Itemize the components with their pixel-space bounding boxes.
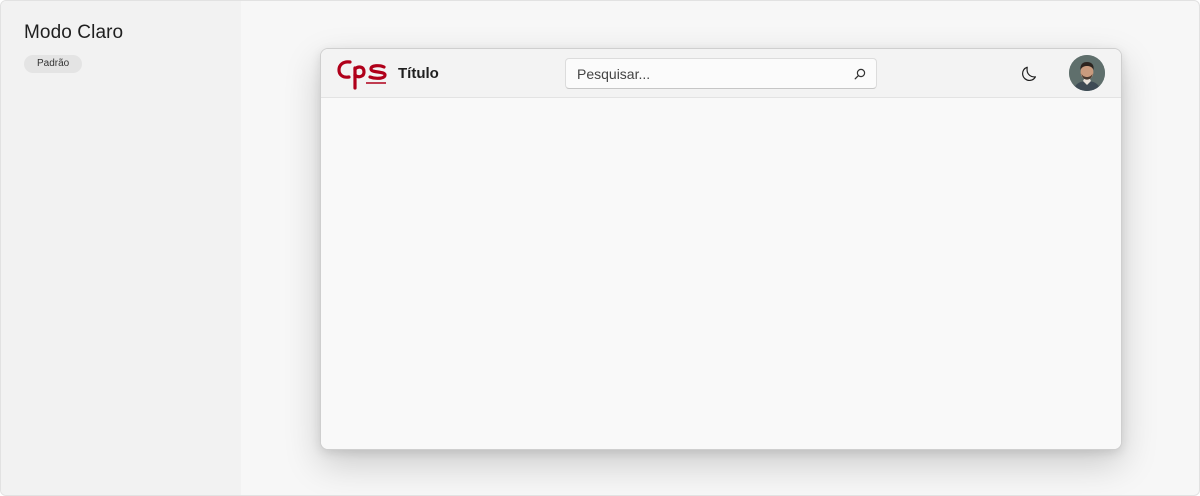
user-avatar-image — [1069, 55, 1105, 91]
moon-icon — [1021, 66, 1036, 82]
theme-badge: Padrão — [24, 55, 83, 73]
cps-logo — [337, 60, 387, 90]
search-input[interactable] — [566, 59, 876, 88]
app-window: Título — [320, 48, 1122, 450]
search-box[interactable] — [565, 58, 877, 89]
theme-toggle-button[interactable] — [1016, 62, 1042, 86]
search-icon[interactable] — [853, 67, 867, 81]
preview-canvas: Modo Claro Padrão Título — [0, 0, 1200, 496]
avatar[interactable] — [1069, 55, 1105, 91]
title-bar: Título — [321, 49, 1121, 98]
theme-title: Modo Claro — [24, 22, 124, 43]
theme-sidebar: Modo Claro Padrão — [1, 1, 241, 495]
app-title: Título — [398, 65, 439, 82]
window-content — [321, 98, 1121, 449]
